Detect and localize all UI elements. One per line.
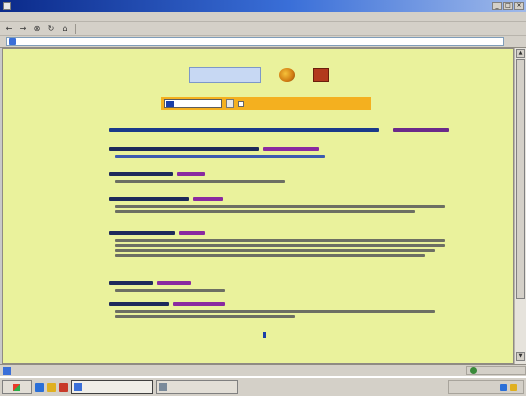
result-snippet-line xyxy=(115,310,435,313)
result-snippet-line xyxy=(115,180,285,183)
result-snippet-line xyxy=(115,155,325,158)
result-category-link[interactable] xyxy=(193,197,223,201)
result-item xyxy=(109,300,449,318)
stop-button[interactable]: ⊗ xyxy=(31,24,43,34)
results-summary-links[interactable] xyxy=(393,128,449,132)
result-snippet-line xyxy=(115,249,435,252)
tray-network-icon[interactable] xyxy=(500,383,507,391)
vertical-scrollbar[interactable]: ▲ ▼ xyxy=(514,48,526,364)
quicklaunch-folder-icon[interactable] xyxy=(47,382,56,392)
result-item xyxy=(109,229,449,257)
result-item xyxy=(109,145,449,158)
window-titlebar: _ □ × xyxy=(0,0,526,12)
page-number-current[interactable] xyxy=(262,332,266,338)
search-option-checkbox[interactable] xyxy=(238,100,244,107)
result-snippet-line xyxy=(115,315,295,318)
result-title-link[interactable] xyxy=(109,281,153,285)
result-title-link[interactable] xyxy=(109,302,169,306)
taskbar xyxy=(0,376,526,396)
page-icon xyxy=(9,38,16,45)
taskbar-item-second[interactable] xyxy=(156,380,238,394)
close-button[interactable]: × xyxy=(514,2,524,10)
result-item xyxy=(109,279,449,292)
tray-volume-icon[interactable] xyxy=(510,383,517,391)
site-header xyxy=(189,67,329,83)
quicklaunch-browser-icon[interactable] xyxy=(35,382,44,392)
security-zone xyxy=(466,366,526,375)
result-snippet-line xyxy=(115,244,445,247)
page-viewport xyxy=(2,48,514,364)
forward-button[interactable]: → xyxy=(17,24,29,34)
internet-zone-icon xyxy=(470,367,477,374)
second-task-icon xyxy=(159,383,167,391)
results-summary xyxy=(109,125,449,135)
result-item xyxy=(109,195,449,213)
page-status-icon xyxy=(3,366,11,375)
result-header xyxy=(109,145,449,153)
refresh-button[interactable]: ↻ xyxy=(45,24,57,34)
search-bar xyxy=(161,97,371,110)
maximize-button[interactable]: □ xyxy=(503,2,513,10)
search-input[interactable] xyxy=(164,99,222,108)
result-title-link[interactable] xyxy=(109,197,189,201)
start-button[interactable] xyxy=(2,380,32,394)
result-header xyxy=(109,300,449,308)
result-snippet-line xyxy=(115,254,425,257)
quicklaunch-app-icon[interactable] xyxy=(59,382,68,392)
navigation-toolbar: ← → ⊗ ↻ ⌂ xyxy=(0,22,526,36)
result-category-link[interactable] xyxy=(157,281,191,285)
result-category-link[interactable] xyxy=(173,302,225,306)
scroll-thumb[interactable] xyxy=(516,59,525,299)
toolbar-separator xyxy=(75,23,76,34)
taskbar-item-browser[interactable] xyxy=(71,380,153,394)
menu-bar xyxy=(0,12,526,22)
result-title-link[interactable] xyxy=(109,147,259,151)
result-header xyxy=(109,229,449,237)
result-category-link[interactable] xyxy=(179,231,205,235)
sun-emblem-icon[interactable] xyxy=(279,68,295,82)
scroll-up-icon[interactable]: ▲ xyxy=(516,49,525,58)
scroll-down-icon[interactable]: ▼ xyxy=(516,352,525,361)
result-header xyxy=(109,279,449,287)
browser-icon xyxy=(3,2,11,10)
text-cursor xyxy=(166,100,174,107)
result-title-link[interactable] xyxy=(109,172,173,176)
status-bar xyxy=(0,364,526,376)
result-category-link[interactable] xyxy=(177,172,205,176)
search-option[interactable] xyxy=(238,100,246,107)
result-header xyxy=(109,170,449,178)
result-snippet-line xyxy=(115,205,445,208)
result-item xyxy=(109,170,449,183)
browser-task-icon xyxy=(74,383,82,391)
result-header xyxy=(109,195,449,203)
system-tray xyxy=(448,380,524,394)
search-button[interactable] xyxy=(226,99,234,108)
back-button[interactable]: ← xyxy=(3,24,15,34)
address-bar xyxy=(0,36,526,48)
pagination xyxy=(261,331,267,339)
site-logo[interactable] xyxy=(189,67,261,83)
book-emblem-icon[interactable] xyxy=(313,68,329,82)
address-field[interactable] xyxy=(6,37,504,46)
result-snippet-line xyxy=(115,210,415,213)
home-button[interactable]: ⌂ xyxy=(59,24,71,34)
results-summary-text xyxy=(109,128,379,132)
result-title-link[interactable] xyxy=(109,231,175,235)
windows-logo-icon xyxy=(12,383,20,391)
result-category-link[interactable] xyxy=(263,147,319,151)
result-snippet-line xyxy=(115,239,445,242)
minimize-button[interactable]: _ xyxy=(492,2,502,10)
result-snippet-line xyxy=(115,289,225,292)
